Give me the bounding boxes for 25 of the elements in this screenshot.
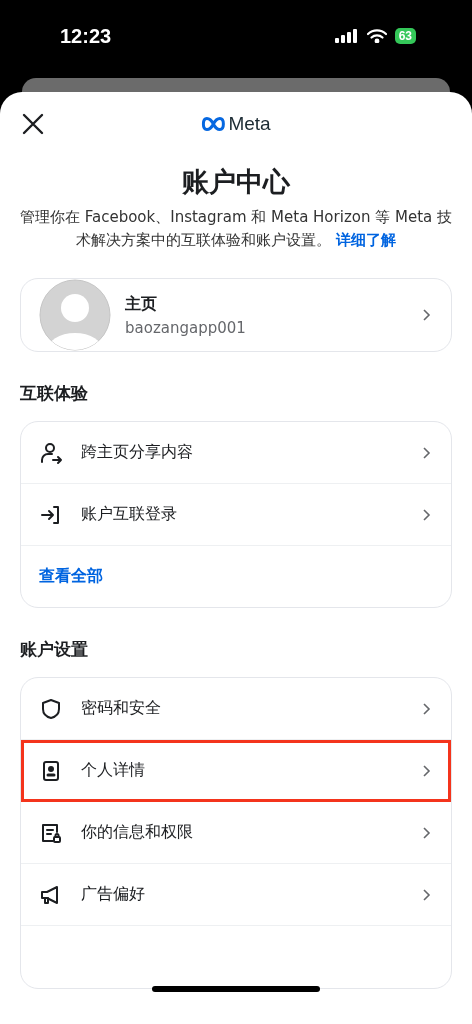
person-share-icon [39,440,63,465]
close-button[interactable] [20,111,46,137]
infinity-logo-icon [201,117,226,131]
status-time: 12:23 [60,24,112,48]
avatar-icon [39,279,111,351]
description-text: 管理你在 Facebook、Instagram 和 Meta Horizon 等 Meta 技术解决方案中的互联体验和账户设置。 详细了解 [19,207,453,251]
settings-item[interactable]: 跨主页分享内容 [21,422,451,484]
profile-username: baozangapp001 [125,318,247,337]
profile-label: 主页 [125,293,158,315]
section-title: 互联体验 [20,382,89,405]
page-title: 账户中心 [181,165,291,199]
shield-icon [39,696,63,721]
signal-icon [334,29,359,43]
wifi-icon [366,29,387,43]
learn-more-link[interactable]: 详细了解 [335,231,396,249]
profile-card[interactable]: 主页 baozangapp001 [20,278,452,352]
settings-item[interactable]: 你的信息和权限 [21,802,451,864]
see-all-link[interactable]: 查看全部 [21,546,451,607]
settings-item[interactable]: 广告偏好 [21,864,451,926]
settings-item[interactable]: 密码和安全 [21,678,451,740]
battery-indicator: 63 [394,28,416,44]
logo-text: Meta [228,113,271,135]
settings-item[interactable]: 个人详情 [21,740,451,802]
settings-item[interactable]: 账户互联登录 [21,484,451,546]
section-title: 账户设置 [20,638,89,661]
